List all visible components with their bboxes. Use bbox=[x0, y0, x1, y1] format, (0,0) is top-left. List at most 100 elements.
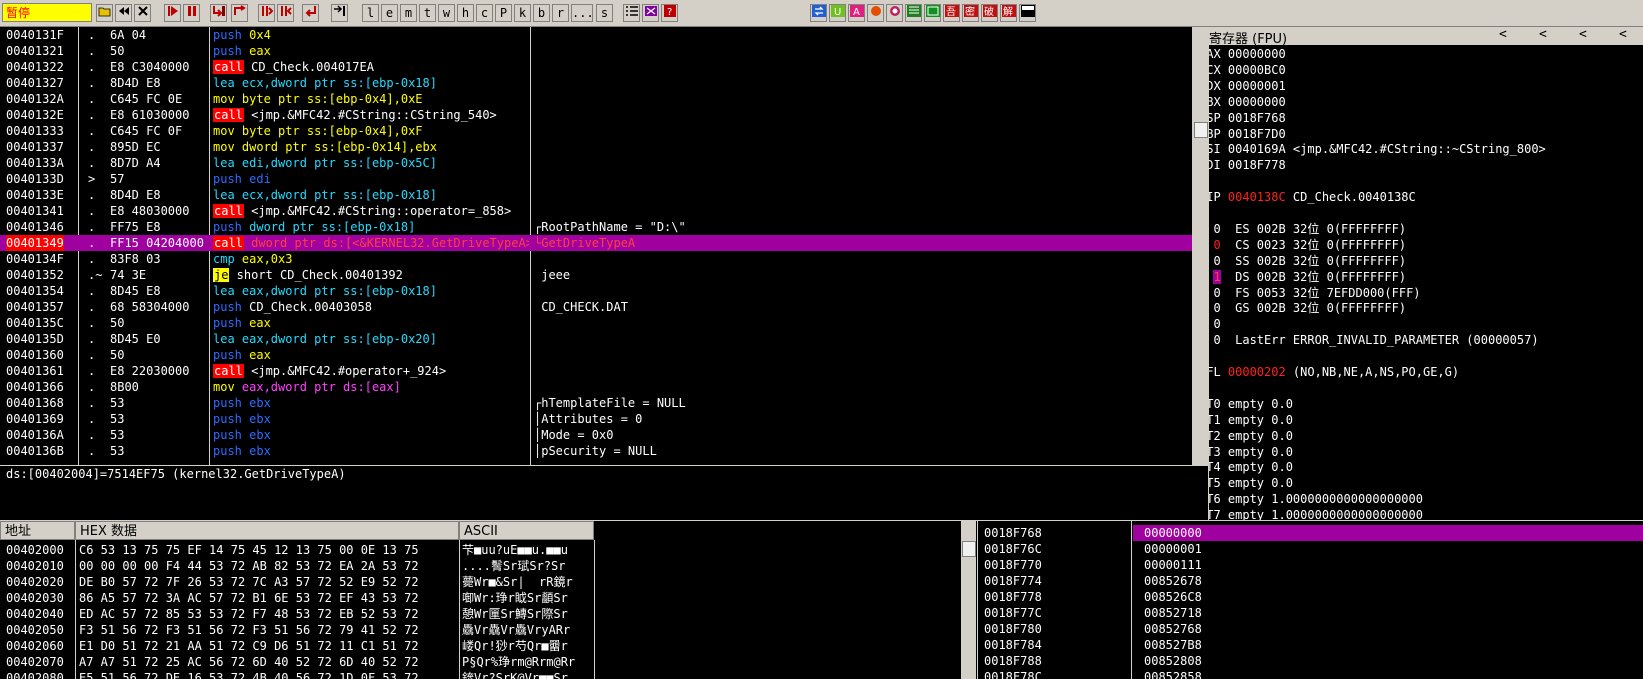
register-line[interactable]: ST5 empty 0.0 bbox=[1209, 475, 1293, 491]
handles-window-button[interactable]: h bbox=[457, 4, 474, 22]
log-window-button[interactable]: l bbox=[362, 4, 379, 22]
disasm-row[interactable]: 0040133A. 8D7D A4 lea edi,dword ptr ss:[eb… bbox=[0, 155, 1192, 171]
register-line[interactable]: ST1 empty 0.0 bbox=[1209, 412, 1293, 428]
disasm-row[interactable]: 0040132A. C645 FC 0E mov byte ptr ss:[ebp-… bbox=[0, 91, 1192, 107]
stack-row[interactable]: 0018F774 00852678 bbox=[978, 573, 1643, 589]
disasm-row[interactable]: 00401327. 8D4D E8 lea ecx,dword ptr ss:[eb… bbox=[0, 75, 1192, 91]
dump-row[interactable]: 00402030 86 A5 57 72 3A AC 57 72 B1 6E 53… bbox=[0, 590, 600, 606]
register-line[interactable]: ST3 empty 0.0 bbox=[1209, 444, 1293, 460]
dump-header-address[interactable]: 地址 bbox=[0, 521, 75, 540]
table-icon[interactable] bbox=[924, 4, 941, 22]
disassembly-scroll-thumb[interactable] bbox=[1194, 122, 1208, 138]
disasm-row[interactable]: 0040134F. 83F8 03 cmp eax,0x3 bbox=[0, 251, 1192, 267]
dump-row[interactable]: 00402020 DE B0 57 72 7F 26 53 72 7C A3 57… bbox=[0, 574, 600, 590]
stack-row[interactable]: 0018F784 008527B8 bbox=[978, 637, 1643, 653]
disasm-row[interactable]: 0040135D. 8D45 E0 lea eax,dword ptr ss:[eb… bbox=[0, 331, 1192, 347]
register-line[interactable]: P 0 CS 0023 32位 0(FFFFFFFF) bbox=[1209, 237, 1406, 253]
register-line[interactable]: ST0 empty 0.0 bbox=[1209, 396, 1293, 412]
register-line[interactable]: T 0 GS 002B 32位 0(FFFFFFFF) bbox=[1209, 300, 1406, 316]
registers-nav-4[interactable]: < bbox=[1619, 27, 1627, 42]
target-icon[interactable] bbox=[886, 4, 903, 22]
disasm-row[interactable]: 00401352 .~ 74 3E je short CD_Check.0040139… bbox=[0, 267, 1192, 283]
source-window-button[interactable]: s bbox=[596, 4, 613, 22]
plugin-cn3-icon[interactable]: 破 bbox=[981, 4, 998, 22]
options-icon[interactable] bbox=[642, 4, 659, 22]
register-line[interactable]: EAX 00000000 bbox=[1209, 46, 1286, 62]
stack-row[interactable]: 0018F78C 00852858 bbox=[978, 669, 1643, 679]
register-line[interactable]: O 0 LastErr ERROR_INVALID_PARAMETER (000… bbox=[1209, 332, 1538, 348]
stack-row[interactable]: 0018F76C 00000001 bbox=[978, 541, 1643, 557]
dump-row[interactable]: 00402050 F3 51 56 72 F3 51 56 72 F3 51 56… bbox=[0, 622, 600, 638]
register-line[interactable]: EFL 00000202 (NO,NB,NE,A,NS,PO,GE,G) bbox=[1209, 364, 1459, 380]
register-line[interactable]: ST7 empty 1.0000000000000000000 bbox=[1209, 507, 1423, 520]
dump-row[interactable]: 00402010 00 00 00 00 F4 44 53 72 AB 82 53… bbox=[0, 558, 600, 574]
register-line[interactable]: S 0 FS 0053 32位 7EFDD000(FFF) bbox=[1209, 285, 1420, 301]
register-line[interactable]: ST4 empty 0.0 bbox=[1209, 459, 1293, 475]
disasm-row[interactable]: 0040132E. E8 61030000 call <jmp.&MFC42.#CS… bbox=[0, 107, 1192, 123]
patches-window-button[interactable]: P bbox=[495, 4, 512, 22]
step-over-icon[interactable] bbox=[231, 4, 248, 22]
disasm-row[interactable]: 00401341. E8 48030000 call <jmp.&MFC42.#CS… bbox=[0, 203, 1192, 219]
register-line[interactable]: EDI 0018F778 bbox=[1209, 157, 1286, 173]
register-line[interactable]: ECX 00000BC0 bbox=[1209, 62, 1286, 78]
register-line[interactable]: C 0 ES 002B 32位 0(FFFFFFFF) bbox=[1209, 221, 1406, 237]
rewind-icon[interactable] bbox=[115, 4, 132, 22]
stack-row[interactable]: 0018F770 00000111 bbox=[978, 557, 1643, 573]
stack-row[interactable]: 0018F768 00000000 bbox=[978, 525, 1643, 541]
register-line[interactable]: EDX 00000001 bbox=[1209, 78, 1286, 94]
disasm-row[interactable]: 00401360. 50 push eax bbox=[0, 347, 1192, 363]
disasm-row[interactable]: 00401321. 50 push eax bbox=[0, 43, 1192, 59]
goto-address-icon[interactable] bbox=[331, 4, 348, 22]
dump-header-ascii[interactable]: ASCII bbox=[459, 521, 594, 540]
plugin-cn1-icon[interactable]: 吾 bbox=[943, 4, 960, 22]
register-line[interactable]: ST2 empty 0.0 bbox=[1209, 428, 1293, 444]
plugin-u-icon[interactable]: U bbox=[829, 4, 846, 22]
register-line[interactable]: EBX 00000000 bbox=[1209, 94, 1286, 110]
disasm-row[interactable]: 0040131F. 6A 04 push 0x4 bbox=[0, 27, 1192, 43]
dump-header-hex[interactable]: HEX 数据 bbox=[75, 521, 459, 540]
stack-pane[interactable]: 0018F768 00000000 0018F76C 00000001 0018F770… bbox=[978, 521, 1643, 679]
record-icon[interactable] bbox=[867, 4, 884, 22]
help-icon[interactable]: ? bbox=[661, 4, 678, 22]
open-icon[interactable] bbox=[96, 4, 113, 22]
registers-nav-3[interactable]: < bbox=[1579, 27, 1587, 42]
breakpoints-window-button[interactable]: b bbox=[533, 4, 550, 22]
plugin-cn2-icon[interactable]: 密 bbox=[962, 4, 979, 22]
dump-row[interactable]: 00402080 E5 51 56 72 DE 16 53 72 4B 40 56… bbox=[0, 670, 600, 679]
refresh-icon[interactable] bbox=[810, 4, 827, 22]
disasm-row[interactable]: 0040135C. 50 push eax bbox=[0, 315, 1192, 331]
disasm-row[interactable]: 0040133E. 8D4D E8 lea ecx,dword ptr ss:[eb… bbox=[0, 187, 1192, 203]
registers-nav-2[interactable]: < bbox=[1539, 27, 1547, 42]
disasm-row[interactable]: 00401322. E8 C3040000 call CD_Check.004017… bbox=[0, 59, 1192, 75]
register-line[interactable]: ESI 0040169A <jmp.&MFC42.#CString::~CStr… bbox=[1209, 141, 1546, 157]
stack-row[interactable]: 0018F778 008526C8 bbox=[978, 589, 1643, 605]
dump-row[interactable]: 00402060 E1 D0 51 72 21 AA 51 72 C9 D6 51… bbox=[0, 638, 600, 654]
close-icon[interactable] bbox=[134, 4, 151, 22]
register-line[interactable]: EIP 0040138C CD_Check.0040138C bbox=[1209, 189, 1416, 205]
stack-row[interactable]: 0018F788 00852808 bbox=[978, 653, 1643, 669]
modules-window-button[interactable]: e bbox=[381, 4, 398, 22]
register-line[interactable]: A 0 SS 002B 32位 0(FFFFFFFF) bbox=[1209, 253, 1406, 269]
disasm-row[interactable]: 00401366. 8B00 mov eax,dword ptr ds:[eax] bbox=[0, 379, 1192, 395]
disasm-row[interactable]: 00401361. E8 22030000 call <jmp.&MFC42.#op… bbox=[0, 363, 1192, 379]
memory-window-button[interactable]: m bbox=[400, 4, 417, 22]
list-icon[interactable] bbox=[623, 4, 640, 22]
threads-window-button[interactable]: t bbox=[419, 4, 436, 22]
dump-row[interactable]: 00402040 ED AC 57 72 85 53 53 72 F7 48 53… bbox=[0, 606, 600, 622]
disassembly-scrollbar-track[interactable] bbox=[1193, 27, 1208, 465]
disasm-row[interactable]: 00401333. C645 FC 0F mov byte ptr ss:[ebp-… bbox=[0, 123, 1192, 139]
run-icon[interactable] bbox=[164, 4, 181, 22]
trace-over-icon[interactable] bbox=[277, 4, 294, 22]
references-window-button[interactable]: r bbox=[552, 4, 569, 22]
cpu-window-button[interactable]: c bbox=[476, 4, 493, 22]
disassembly-pane[interactable]: 0040131F. 6A 04 push 0x4 00401321. 50 push ea… bbox=[0, 27, 1192, 465]
register-line[interactable]: EBP 0018F7D0 bbox=[1209, 126, 1286, 142]
dump-pane[interactable]: 地址 HEX 数据 ASCII 00402000 C6 53 13 75 75 E… bbox=[0, 521, 977, 679]
register-line[interactable]: Z 1 DS 002B 32位 0(FFFFFFFF) bbox=[1209, 269, 1406, 285]
call-stack-button[interactable]: k bbox=[514, 4, 531, 22]
stack-row[interactable]: 0018F780 00852768 bbox=[978, 621, 1643, 637]
trace-into-icon[interactable] bbox=[258, 4, 275, 22]
pause-icon[interactable] bbox=[183, 4, 200, 22]
registers-pane[interactable]: 寄存器 (FPU) < < < < EAX 00000000ECX 00000B… bbox=[1209, 27, 1643, 520]
dump-row[interactable]: 00402000 C6 53 13 75 75 EF 14 75 45 12 13… bbox=[0, 542, 600, 558]
